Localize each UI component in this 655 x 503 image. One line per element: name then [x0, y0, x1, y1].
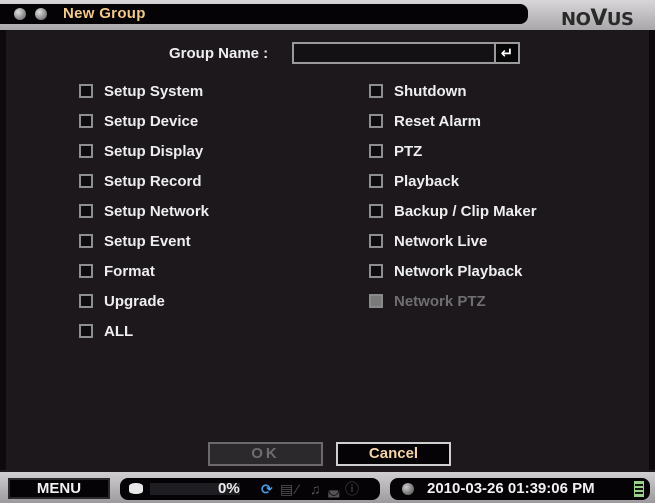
permission-label: PTZ [394, 142, 423, 160]
permission-label: Network PTZ [394, 292, 486, 310]
permission-item[interactable]: Upgrade [79, 291, 165, 311]
checkbox[interactable] [79, 264, 93, 278]
checkbox[interactable] [369, 144, 383, 158]
title-bar: New Group NOVUS [0, 0, 655, 31]
permission-label: Setup Display [104, 142, 204, 160]
checkbox[interactable] [79, 204, 93, 218]
refresh-icon: ⟳ [261, 481, 273, 497]
permission-label: Format [104, 262, 155, 280]
permission-item[interactable]: Network Live [369, 231, 487, 251]
group-name-input[interactable] [292, 42, 496, 64]
window-button-icon[interactable] [14, 8, 26, 20]
checkbox[interactable] [369, 204, 383, 218]
permission-item[interactable]: Setup Network [79, 201, 209, 221]
alarm-bell-icon: ♫ [310, 481, 321, 497]
status-dot-icon [402, 483, 414, 495]
permission-item[interactable]: Setup System [79, 81, 203, 101]
permission-label: Network Live [394, 232, 488, 250]
permission-item[interactable]: Setup Display [79, 141, 203, 161]
permission-item[interactable]: Backup / Clip Maker [369, 201, 537, 221]
permission-label: Setup Device [104, 112, 199, 130]
checkbox[interactable] [369, 234, 383, 248]
permission-label: Network Playback [394, 262, 523, 280]
hdd-status: 0% ⟳ ▤ ⁄ ♫ ◛ ⓘ [120, 478, 380, 500]
status-bar: MENU 0% ⟳ ▤ ⁄ ♫ ◛ ⓘ 2010-03-26 01:39:06 … [0, 472, 655, 503]
permission-item[interactable]: Setup Record [79, 171, 202, 191]
permission-item[interactable]: Format [79, 261, 155, 281]
permission-item[interactable]: Setup Device [79, 111, 198, 131]
checkbox[interactable] [79, 294, 93, 308]
checkbox[interactable] [79, 84, 93, 98]
warning-icon: ⓘ [345, 481, 359, 497]
checkbox[interactable] [79, 174, 93, 188]
checkbox[interactable] [369, 114, 383, 128]
permission-label: ALL [104, 322, 134, 340]
permission-label: Upgrade [104, 292, 165, 310]
enter-icon[interactable]: ↵ [496, 42, 520, 64]
storage-icon: ◛ [327, 481, 341, 497]
frame-right [649, 30, 655, 470]
permission-item[interactable]: Shutdown [369, 81, 466, 101]
permission-label: Setup Record [104, 172, 202, 190]
checkbox[interactable] [79, 114, 93, 128]
hdd-icon [129, 483, 143, 494]
novus-logo: NOVUS [561, 6, 634, 31]
permission-item[interactable]: Network Playback [369, 261, 522, 281]
permission-item: Network PTZ [369, 291, 486, 311]
checkbox[interactable] [79, 234, 93, 248]
permission-item[interactable]: Reset Alarm [369, 111, 481, 131]
permission-item[interactable]: PTZ [369, 141, 422, 161]
permission-item[interactable]: Setup Event [79, 231, 191, 251]
window-title: New Group [63, 5, 146, 22]
ok-button[interactable]: OK [208, 442, 323, 466]
permission-label: Shutdown [394, 82, 467, 100]
checkbox[interactable] [369, 84, 383, 98]
permission-label: Setup System [104, 82, 204, 100]
cancel-button[interactable]: Cancel [336, 442, 451, 466]
checkbox[interactable] [369, 174, 383, 188]
checkbox [369, 294, 383, 308]
datetime: 2010-03-26 01:39:06 PM [427, 480, 595, 497]
record-icon: ▤ [280, 481, 294, 497]
permission-item[interactable]: ALL [79, 321, 133, 341]
battery-icon [634, 481, 644, 497]
menu-button[interactable]: MENU [8, 478, 110, 499]
checkbox[interactable] [79, 144, 93, 158]
permission-item[interactable]: Playback [369, 171, 459, 191]
permission-label: Setup Network [104, 202, 210, 220]
permission-label: Backup / Clip Maker [394, 202, 537, 220]
window-button-icon[interactable] [35, 8, 47, 20]
group-name-label: Group Name : [169, 45, 269, 62]
permission-label: Playback [394, 172, 460, 190]
hdd-usage-text: 0% [218, 480, 240, 497]
checkbox[interactable] [369, 264, 383, 278]
datetime-panel: 2010-03-26 01:39:06 PM [390, 478, 650, 500]
permission-label: Setup Event [104, 232, 191, 250]
permission-label: Reset Alarm [394, 112, 481, 130]
checkbox[interactable] [79, 324, 93, 338]
network-off-icon: ⁄ [296, 481, 299, 497]
